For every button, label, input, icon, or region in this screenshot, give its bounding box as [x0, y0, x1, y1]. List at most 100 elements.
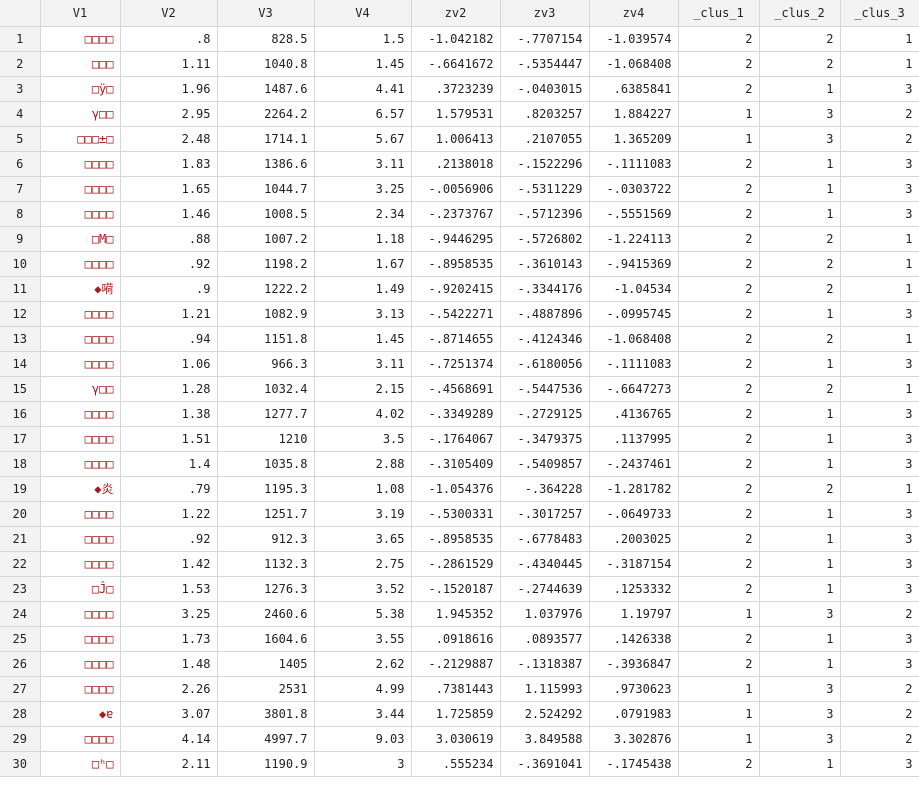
cell-clus-1[interactable]: 2	[678, 751, 760, 777]
cell-clus-1[interactable]: 2	[678, 401, 760, 427]
cell-clus-3[interactable]: 3	[840, 551, 919, 577]
row-number[interactable]: 2	[0, 51, 41, 77]
cell-zv4[interactable]: .9730623	[589, 676, 679, 702]
table-row[interactable]: 3 □ÿ□ 1.96 1487.6 4.41.3723239 -.0403015.6385…	[0, 76, 919, 102]
cell-v4[interactable]: 2.62	[314, 651, 412, 677]
cell-clus-2[interactable]: 2	[759, 251, 841, 277]
row-number[interactable]: 4	[0, 101, 41, 127]
cell-v4[interactable]: 3.52	[314, 576, 412, 602]
row-number[interactable]: 22	[0, 551, 41, 577]
cell-zv3[interactable]: 2.524292	[500, 701, 590, 727]
table-row[interactable]: 6 □□□□ 1.83 1386.6 3.11.2138018 -.1522296 -.11…	[0, 151, 919, 177]
cell-clus-1[interactable]: 2	[678, 51, 760, 77]
cell-zv3[interactable]: 1.037976	[500, 601, 590, 627]
cell-v2[interactable]: .88	[120, 226, 218, 252]
cell-v3[interactable]: 1277.7	[217, 401, 315, 427]
cell-v3[interactable]: 4997.7	[217, 726, 315, 752]
cell-clus-2[interactable]: 2	[759, 476, 841, 502]
cell-zv4[interactable]: .1426338	[589, 626, 679, 652]
cell-v3[interactable]: 1190.9	[217, 751, 315, 777]
cell-v3[interactable]: 1044.7	[217, 176, 315, 202]
cell-v4[interactable]: 3.19	[314, 501, 412, 527]
cell-v2[interactable]: 1.83	[120, 151, 218, 177]
cell-v4[interactable]: 4.02	[314, 401, 412, 427]
cell-zv2[interactable]: -1.042182	[411, 26, 501, 52]
row-number[interactable]: 17	[0, 426, 41, 452]
cell-zv3[interactable]: -.3017257	[500, 501, 590, 527]
cell-clus-2[interactable]: 1	[759, 201, 841, 227]
cell-clus-1[interactable]: 2	[678, 251, 760, 277]
cell-v4[interactable]: 4.99	[314, 676, 412, 702]
cell-v1[interactable]: □□□	[40, 51, 121, 77]
cell-v1[interactable]: □□□□	[40, 251, 121, 277]
cell-clus-2[interactable]: 1	[759, 426, 841, 452]
cell-v3[interactable]: 1195.3	[217, 476, 315, 502]
cell-zv4[interactable]: -1.068408	[589, 326, 679, 352]
cell-zv3[interactable]: -.2729125	[500, 401, 590, 427]
cell-v2[interactable]: 2.48	[120, 126, 218, 152]
cell-v3[interactable]: 912.3	[217, 526, 315, 552]
cell-v4[interactable]: 1.45	[314, 326, 412, 352]
row-number[interactable]: 20	[0, 501, 41, 527]
cell-clus-3[interactable]: 3	[840, 351, 919, 377]
cell-zv2[interactable]: .3723239	[411, 76, 501, 102]
cell-clus-2[interactable]: 2	[759, 51, 841, 77]
cell-clus-3[interactable]: 3	[840, 751, 919, 777]
table-row[interactable]: 7 □□□□ 1.65 1044.7 3.25 -.0056906 -.5311229 -.0…	[0, 176, 919, 202]
cell-clus-3[interactable]: 3	[840, 451, 919, 477]
cell-clus-1[interactable]: 2	[678, 326, 760, 352]
cell-v1[interactable]: □□□□	[40, 501, 121, 527]
cell-zv2[interactable]: -1.054376	[411, 476, 501, 502]
cell-v1[interactable]: □□□□	[40, 401, 121, 427]
table-row[interactable]: 14 □□□□ 1.06 966.3 3.11 -.7251374 -.6180056 -.1…	[0, 351, 919, 377]
cell-v1[interactable]: □□□□	[40, 726, 121, 752]
cell-clus-2[interactable]: 1	[759, 351, 841, 377]
cell-v4[interactable]: 3.55	[314, 626, 412, 652]
cell-zv3[interactable]: -.5409857	[500, 451, 590, 477]
corner-cell[interactable]	[0, 0, 41, 27]
cell-clus-3[interactable]: 2	[840, 676, 919, 702]
cell-clus-1[interactable]: 1	[678, 726, 760, 752]
cell-v1[interactable]: □□□±□	[40, 126, 121, 152]
cell-v3[interactable]: 1487.6	[217, 76, 315, 102]
table-row[interactable]: 11 ◆嗬 .9 1222.2 1.49 -.9202415 -.3344176 -1.045…	[0, 276, 919, 302]
cell-v2[interactable]: .94	[120, 326, 218, 352]
cell-v3[interactable]: 1251.7	[217, 501, 315, 527]
cell-v3[interactable]: 1198.2	[217, 251, 315, 277]
cell-v2[interactable]: 2.11	[120, 751, 218, 777]
cell-clus-3[interactable]: 2	[840, 126, 919, 152]
cell-v1[interactable]: □ÿ□	[40, 76, 121, 102]
cell-zv2[interactable]: -.3105409	[411, 451, 501, 477]
cell-zv2[interactable]: .7381443	[411, 676, 501, 702]
cell-v3[interactable]: 1032.4	[217, 376, 315, 402]
cell-clus-2[interactable]: 1	[759, 551, 841, 577]
cell-v3[interactable]: 1035.8	[217, 451, 315, 477]
cell-clus-3[interactable]: 1	[840, 26, 919, 52]
cell-zv2[interactable]: 1.945352	[411, 601, 501, 627]
cell-zv4[interactable]: -1.281782	[589, 476, 679, 502]
cell-v4[interactable]: 2.34	[314, 201, 412, 227]
cell-clus-1[interactable]: 2	[678, 226, 760, 252]
cell-zv2[interactable]: -.5422271	[411, 301, 501, 327]
table-row[interactable]: 16 □□□□ 1.38 1277.7 4.02 -.3349289 -.2729125.4…	[0, 401, 919, 427]
cell-zv3[interactable]: .8203257	[500, 101, 590, 127]
cell-v1[interactable]: ◆ɐ	[40, 701, 121, 727]
cell-zv2[interactable]: -.8958535	[411, 526, 501, 552]
cell-v4[interactable]: 5.67	[314, 126, 412, 152]
cell-v3[interactable]: 2531	[217, 676, 315, 702]
cell-v3[interactable]: 1714.1	[217, 126, 315, 152]
table-row[interactable]: 20 □□□□ 1.22 1251.7 3.19 -.5300331 -.3017257 -.…	[0, 501, 919, 527]
table-row[interactable]: 8 □□□□ 1.46 1008.5 2.34 -.2373767 -.5712396 -.5…	[0, 201, 919, 227]
cell-clus-1[interactable]: 2	[678, 476, 760, 502]
table-row[interactable]: 23 □Ĵ□ 1.53 1276.3 3.52 -.1520187 -.2744639.12…	[0, 576, 919, 602]
cell-zv3[interactable]: .2107055	[500, 126, 590, 152]
cell-v2[interactable]: 2.26	[120, 676, 218, 702]
cell-zv3[interactable]: -.364228	[500, 476, 590, 502]
cell-zv2[interactable]: -.5300331	[411, 501, 501, 527]
cell-clus-3[interactable]: 3	[840, 76, 919, 102]
cell-v3[interactable]: 1132.3	[217, 551, 315, 577]
cell-clus-2[interactable]: 1	[759, 176, 841, 202]
cell-clus-2[interactable]: 1	[759, 451, 841, 477]
cell-v1[interactable]: ◆嗬	[40, 276, 121, 302]
cell-clus-1[interactable]: 1	[678, 126, 760, 152]
